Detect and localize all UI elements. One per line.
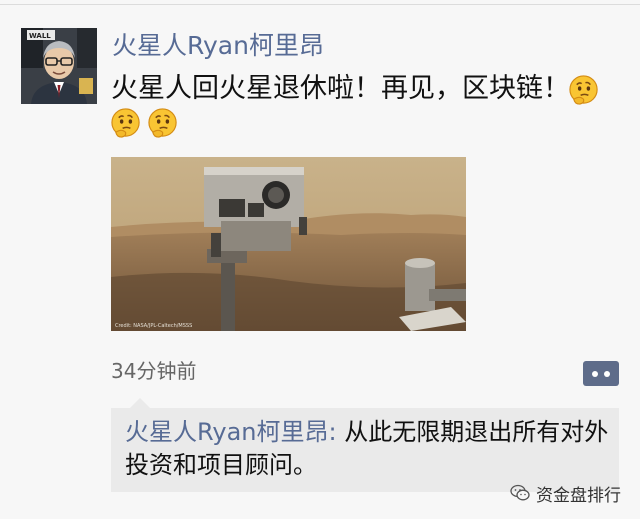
comment-arrow [130,398,150,408]
top-divider [0,4,640,5]
wechat-icon [510,484,530,501]
watermark: 资金盘排行 [510,480,621,506]
post-timestamp: 34分钟前 [111,359,197,383]
more-dot-icon [592,370,598,377]
more-dot-icon [604,370,610,377]
photo-caption: Credit: NASA/JPL-Caltech/MSSS [115,323,192,329]
thinking-face-emoji-icon [148,108,177,138]
mars-rover-photo: Credit: NASA/JPL-Caltech/MSSS [111,157,466,331]
comment-item[interactable]: 火星人Ryan柯里昂: 从此无限期退出所有对外投资和项目顾问。 [125,416,615,482]
watermark-text: 资金盘排行 [536,485,621,506]
comment-like-menu-button[interactable] [583,361,619,386]
avatar-image: WALL [21,28,97,104]
post-author-name[interactable]: 火星人Ryan柯里昂 [112,30,324,62]
comment-author[interactable]: 火星人Ryan柯里昂: [125,418,337,446]
avatar[interactable]: WALL [21,28,97,104]
thinking-face-emoji-icon [569,75,598,105]
post-text: 火星人回火星退休啦！再见，区块链！ [111,73,570,104]
post-photo[interactable]: Credit: NASA/JPL-Caltech/MSSS [111,157,466,331]
avatar-street-sign: WALL [29,32,51,40]
emoji-row [110,107,180,141]
thinking-face-emoji-icon [111,108,140,138]
